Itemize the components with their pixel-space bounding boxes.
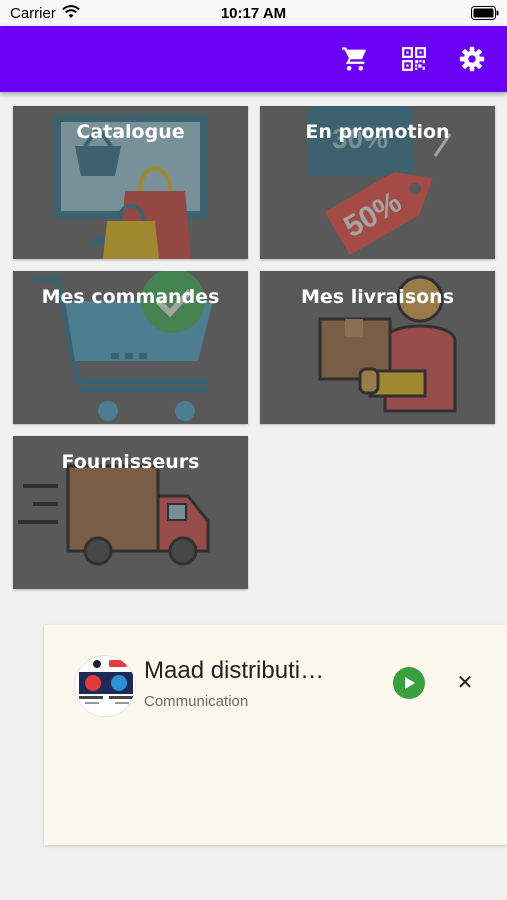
tile-label: Fournisseurs <box>61 451 200 473</box>
tile-label: Mes livraisons <box>300 286 455 308</box>
battery-icon <box>471 6 499 25</box>
ad-banner[interactable]: Maad distributi… Communication ✕ <box>44 625 507 845</box>
close-ad-button[interactable]: ✕ <box>454 671 476 694</box>
tile-mes-commandes[interactable]: Mes commandes <box>13 271 248 424</box>
play-icon[interactable] <box>393 667 425 699</box>
gear-icon[interactable] <box>457 44 487 74</box>
advertiser-logo <box>74 655 136 717</box>
tile-fournisseurs[interactable]: Fournisseurs <box>13 436 248 589</box>
qr-code-icon[interactable] <box>399 44 429 74</box>
tile-label: Catalogue <box>76 121 185 143</box>
tile-label: Mes commandes <box>41 286 220 308</box>
tile-mes-livraisons[interactable]: Mes livraisons <box>260 271 495 424</box>
ad-subtitle: Communication <box>144 693 249 710</box>
tile-catalogue[interactable]: Catalogue <box>13 106 248 259</box>
tile-label: En promotion <box>305 121 450 143</box>
app-bar <box>0 26 507 92</box>
status-bar: Carrier 10:17 AM <box>0 0 507 26</box>
ad-title: Maad distributi… <box>144 657 325 684</box>
tile-en-promotion[interactable]: 30% 50% En promotion <box>260 106 495 259</box>
cart-icon[interactable] <box>340 44 370 74</box>
status-time: 10:17 AM <box>220 5 287 22</box>
